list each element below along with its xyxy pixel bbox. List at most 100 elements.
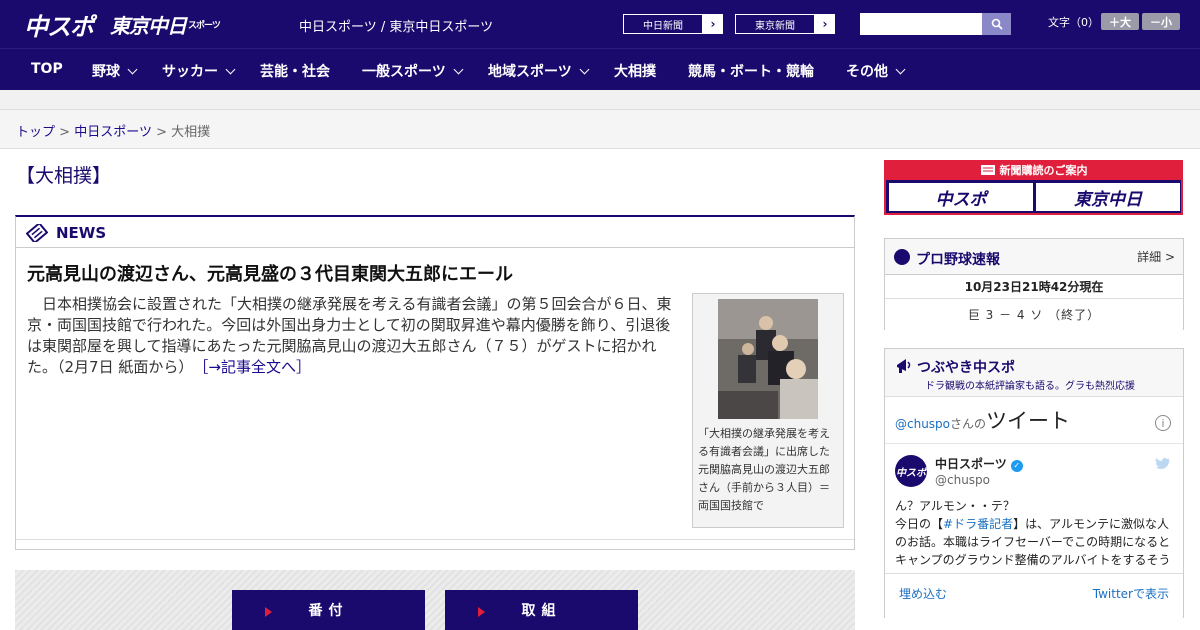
nav-item-general-sports[interactable]: 一般スポーツ <box>362 61 464 81</box>
photo-caption: 「大相撲の継承発展を考える有識者会議」に出席した元関脇高見山の渡辺大五郎さん（手… <box>698 427 830 512</box>
view-on-twitter-link[interactable]: Twitterで表示 <box>1093 585 1169 602</box>
chunichi-shimbun-link[interactable]: 中日新聞 › <box>622 13 724 35</box>
tweet-user-handle[interactable]: @chuspo <box>935 473 990 487</box>
nav-item-racing[interactable]: 競馬・ボート・競輪 <box>688 61 814 81</box>
chuspo-logo[interactable]: 中スポ <box>24 8 94 41</box>
chevron-down-icon <box>579 64 590 75</box>
search-input[interactable] <box>860 13 982 35</box>
chevron-down-icon <box>453 64 464 75</box>
baseball-timestamp: 10月23日21時42分現在 <box>885 275 1183 299</box>
button-label: 取組 <box>521 603 562 619</box>
logo-text: 東京中日 <box>110 13 187 38</box>
site-search <box>860 13 1011 35</box>
tokyo-shimbun-link[interactable]: 東京新聞 › <box>734 13 836 35</box>
baseball-icon <box>894 249 910 265</box>
verified-icon: ✓ <box>1010 460 1023 472</box>
breadcrumb-chunichi-sports[interactable]: 中日スポーツ <box>74 125 152 140</box>
info-icon[interactable]: i <box>1155 415 1171 431</box>
subscription-title: 新聞購読のご案内 <box>999 164 1088 177</box>
top-header: 中スポ 東京中日 スポーツ 中日スポーツ / 東京中日スポーツ 中日新聞 › 東京… <box>0 0 1200 48</box>
font-smaller-button[interactable]: －小 <box>1142 13 1180 30</box>
nav-label: 一般スポーツ <box>362 64 446 80</box>
nav-item-sumo[interactable]: 大相撲 <box>614 61 656 81</box>
twitter-header: つぶやき中スポ ドラ観戦の本紙評論家も語る。グラも熱烈応援 <box>885 349 1183 396</box>
article-photo: 「大相撲の継承発展を考える有識者会議」に出席した元関脇高見山の渡辺大五郎さん（手… <box>692 293 844 528</box>
breadcrumb-separator: > <box>59 125 71 140</box>
embed-link[interactable]: 埋め込む <box>899 585 947 602</box>
button-label: 番付 <box>308 603 349 619</box>
nav-label: 地域スポーツ <box>488 64 572 80</box>
nav-label: サッカー <box>162 64 218 80</box>
tweet-text: ん？アルモン・・テ？ 今日の【#ドラ番記者】は、アルモンテに激似な人のお話。本職… <box>895 497 1177 569</box>
nav-item-top[interactable]: TOP <box>31 61 63 77</box>
news-header: NEWS <box>16 217 854 248</box>
avatar[interactable]: 中スポ <box>895 455 927 487</box>
nav-label: 競馬・ボート・競輪 <box>688 64 814 80</box>
tweet-text-pre: 今日の【 <box>895 517 944 531</box>
tokyo-chunichi-subscribe-logo[interactable]: 東京中日 <box>1036 183 1180 211</box>
account-handle-link[interactable]: @chuspo <box>895 417 950 431</box>
twitter-bird-icon[interactable] <box>1155 457 1171 471</box>
article-body: 日本相撲協会に設置された「大相撲の継承発展を考える有識者会議」の第５回会合が６日… <box>27 294 685 378</box>
chevron-down-icon <box>895 64 906 75</box>
newspaper-icon <box>980 165 995 175</box>
page-title: 【大相撲】 <box>16 165 112 187</box>
header-spacer <box>0 90 1200 110</box>
breadcrumb-current: 大相撲 <box>171 125 211 140</box>
photo-image[interactable] <box>718 299 818 419</box>
nav-label: 大相撲 <box>614 64 656 80</box>
logo-subtext: スポーツ <box>188 20 221 31</box>
newspaper-icon <box>26 224 48 242</box>
nav-label: TOP <box>31 61 63 77</box>
nav-item-baseball[interactable]: 野球 <box>92 61 138 81</box>
user-name-text: 中日スポーツ <box>935 457 1007 471</box>
main-nav: TOP 野球 サッカー 芸能・社会 一般スポーツ 地域スポーツ 大相撲 競馬・ボ… <box>0 48 1200 90</box>
subscription-banner[interactable]: 新聞購読のご案内 中スポ 東京中日 <box>884 160 1183 215</box>
banzuke-button[interactable]: 番付 <box>232 590 425 630</box>
search-button[interactable] <box>982 13 1011 35</box>
heading-text: ツイート <box>986 409 1071 433</box>
font-bigger-button[interactable]: ＋大 <box>1101 13 1139 30</box>
twitter-widget: つぶやき中スポ ドラ観戦の本紙評論家も語る。グラも熱烈応援 @chuspoさんの… <box>884 348 1184 618</box>
link-label: 東京新聞 <box>735 14 815 34</box>
subscription-header: 新聞購読のご案内 <box>886 160 1181 180</box>
article-headline[interactable]: 元高見山の渡辺さん、元高見盛の３代目東関大五郎にエール <box>27 260 513 286</box>
logo-text: 中スポ <box>24 12 94 41</box>
breadcrumb-top[interactable]: トップ <box>16 125 55 140</box>
hashtag-link[interactable]: #ドラ番記者 <box>943 517 1013 531</box>
chevron-down-icon <box>225 64 236 75</box>
baseball-score-widget: プロ野球速報 詳細 > 10月23日21時42分現在 巨 3 － 4 ソ （終了… <box>884 238 1184 330</box>
baseball-details-link[interactable]: 詳細 > <box>1137 248 1175 265</box>
article-summary: 日本相撲協会に設置された「大相撲の継承発展を考える有識者会議」の第５回会合が６日… <box>27 295 672 376</box>
link-label: 中日新聞 <box>623 14 703 34</box>
tokyo-chunichi-logo[interactable]: 東京中日 スポーツ <box>110 8 221 40</box>
play-triangle-icon <box>265 607 272 617</box>
twitter-title: つぶやき中スポ <box>917 360 1015 376</box>
chuspo-subscribe-logo[interactable]: 中スポ <box>889 183 1033 211</box>
tweet-user-name[interactable]: 中日スポーツ ✓ <box>935 455 1023 472</box>
font-size-label: 文字（0） <box>1048 16 1099 29</box>
baseball-title: プロ野球速報 <box>916 252 1000 268</box>
twitter-subtitle: ドラ観戦の本紙評論家も語る。グラも熱烈応援 <box>925 381 1135 392</box>
divider <box>885 443 1183 444</box>
breadcrumb-separator: > <box>156 125 167 140</box>
nav-item-local-sports[interactable]: 地域スポーツ <box>488 61 590 81</box>
timeline-heading: @chuspoさんのツイート <box>895 405 1070 435</box>
chevron-right-icon: › <box>822 17 828 31</box>
nav-item-entertainment[interactable]: 芸能・社会 <box>260 61 330 81</box>
heading-suffix: さんの <box>950 417 987 431</box>
news-footer <box>16 539 854 549</box>
search-icon <box>991 18 1003 30</box>
nav-item-soccer[interactable]: サッカー <box>162 61 236 81</box>
play-triangle-icon <box>478 607 485 617</box>
nav-item-other[interactable]: その他 <box>846 61 906 81</box>
photo-illustration <box>718 299 818 419</box>
torikumi-button[interactable]: 取組 <box>445 590 638 630</box>
read-more-link[interactable]: ［→記事全文へ］ <box>201 358 311 376</box>
nav-label: その他 <box>846 64 888 80</box>
site-names[interactable]: 中日スポーツ / 東京中日スポーツ <box>299 16 493 35</box>
divider <box>885 573 1183 574</box>
baseball-score[interactable]: 巨 3 － 4 ソ （終了） <box>885 299 1183 330</box>
megaphone-icon <box>897 359 911 373</box>
breadcrumb: トップ > 中日スポーツ > 大相撲 <box>16 121 210 140</box>
